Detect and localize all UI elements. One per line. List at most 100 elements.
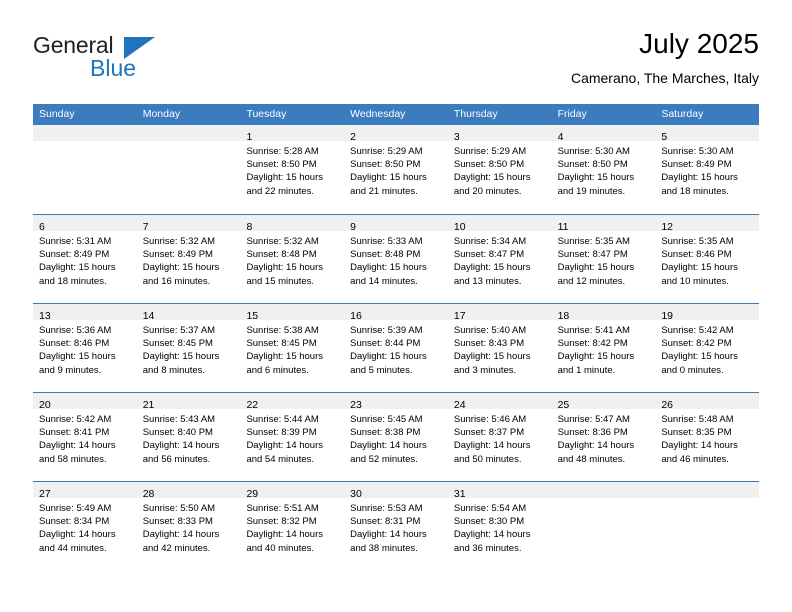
day-details: [552, 498, 656, 502]
sunrise-text: Sunrise: 5:43 AM: [142, 414, 216, 425]
day-number-band: 16: [344, 304, 448, 322]
day-number-band: 10: [447, 215, 552, 233]
calendar-day-cell[interactable]: 17 Sunrise: 5:40 AM Sunset: 8:43 PM Dayligh…: [447, 304, 552, 392]
daylight-text-line1: Daylight: 14 hours: [453, 529, 531, 541]
day-number-band: 20: [33, 393, 137, 411]
calendar-day-cell[interactable]: 15 Sunrise: 5:38 AM Sunset: 8:45 PM Dayligh…: [240, 304, 345, 392]
calendar-day-cell[interactable]: 2 Sunrise: 5:29 AM Sunset: 8:50 PM Daylight…: [344, 125, 448, 214]
sunrise-text: Sunrise: 5:31 AM: [39, 236, 112, 247]
day-number-band: 24: [447, 393, 552, 411]
generalblue-logo[interactable]: General Blue: [33, 34, 253, 90]
calendar-day-cell[interactable]: 9 Sunrise: 5:33 AM Sunset: 8:48 PM Daylight…: [344, 215, 448, 303]
sunset-text: Sunset: 8:50 PM: [246, 159, 317, 171]
calendar-day-cell[interactable]: 26 Sunrise: 5:48 AM Sunset: 8:35 PM Dayligh…: [655, 393, 760, 481]
day-number: 28: [142, 488, 155, 500]
calendar-day-cell[interactable]: 21 Sunrise: 5:43 AM Sunset: 8:40 PM Dayligh…: [136, 393, 241, 481]
calendar-day-cell[interactable]: 23 Sunrise: 5:45 AM Sunset: 8:38 PM Dayligh…: [344, 393, 448, 481]
day-number-band: 2: [344, 125, 448, 143]
sunrise-text: Sunrise: 5:48 AM: [661, 414, 734, 425]
calendar-day-cell[interactable]: 11 Sunrise: 5:35 AM Sunset: 8:47 PM Dayligh…: [551, 215, 656, 303]
day-number: 1: [246, 131, 253, 143]
day-number: 9: [350, 221, 356, 233]
daylight-text-line1: Daylight: 15 hours: [39, 351, 116, 363]
calendar-day-cell[interactable]: 20 Sunrise: 5:42 AM Sunset: 8:41 PM Dayligh…: [33, 393, 137, 481]
day-number: 30: [350, 488, 362, 500]
sunrise-text: Sunrise: 5:44 AM: [246, 414, 319, 425]
daylight-text-line2: and 1 minute.: [557, 364, 616, 376]
calendar-day-cell[interactable]: 8 Sunrise: 5:32 AM Sunset: 8:48 PM Daylight…: [240, 215, 345, 303]
calendar-day-empty: [551, 482, 656, 570]
calendar-day-cell[interactable]: 12 Sunrise: 5:35 AM Sunset: 8:46 PM Dayligh…: [655, 215, 760, 303]
daylight-text-line1: Daylight: 14 hours: [350, 440, 427, 452]
calendar-day-cell[interactable]: 4 Sunrise: 5:30 AM Sunset: 8:50 PM Daylight…: [551, 125, 656, 214]
calendar-day-cell[interactable]: 22 Sunrise: 5:44 AM Sunset: 8:39 PM Dayligh…: [240, 393, 345, 481]
calendar-day-cell[interactable]: 27 Sunrise: 5:49 AM Sunset: 8:34 PM Dayligh…: [33, 482, 137, 570]
daylight-text-line1: Daylight: 15 hours: [661, 262, 738, 274]
calendar-day-cell[interactable]: 29 Sunrise: 5:51 AM Sunset: 8:32 PM Dayligh…: [240, 482, 345, 570]
daylight-text-line2: and 40 minutes.: [246, 542, 315, 554]
daylight-text-line1: Daylight: 14 hours: [142, 440, 220, 452]
day-number: 21: [142, 399, 155, 411]
page-subtitle: Camerano, The Marches, Italy: [570, 70, 759, 87]
day-details: Sunrise: 5:35 AM Sunset: 8:47 PM Daylight:…: [552, 231, 656, 288]
sunrise-text: Sunrise: 5:42 AM: [661, 325, 734, 336]
calendar-day-cell[interactable]: 1 Sunrise: 5:28 AM Sunset: 8:50 PM Daylight…: [240, 125, 345, 214]
day-number: 31: [453, 488, 466, 500]
sunset-text: Sunset: 8:37 PM: [453, 427, 525, 439]
day-number: 2: [350, 131, 356, 143]
day-number: 27: [39, 488, 51, 500]
weekday-monday: Monday: [142, 108, 181, 120]
day-number-band: 18: [551, 304, 656, 322]
day-number-band: [655, 482, 760, 498]
daylight-text-line2: and 58 minutes.: [39, 453, 107, 465]
sunset-text: Sunset: 8:36 PM: [557, 427, 628, 439]
sunset-text: Sunset: 8:45 PM: [246, 338, 317, 350]
calendar-day-cell[interactable]: 25 Sunrise: 5:47 AM Sunset: 8:36 PM Dayligh…: [551, 393, 656, 481]
calendar-day-cell[interactable]: 10 Sunrise: 5:34 AM Sunset: 8:47 PM Dayligh…: [447, 215, 552, 303]
calendar-day-cell[interactable]: 30 Sunrise: 5:53 AM Sunset: 8:31 PM Dayligh…: [344, 482, 448, 570]
calendar-day-cell[interactable]: 24 Sunrise: 5:46 AM Sunset: 8:37 PM Dayligh…: [447, 393, 552, 481]
daylight-text-line2: and 10 minutes.: [661, 275, 729, 287]
daylight-text-line2: and 6 minutes.: [246, 364, 309, 376]
day-number: 17: [453, 310, 466, 322]
sunrise-text: Sunrise: 5:37 AM: [142, 325, 216, 336]
daylight-text-line1: Daylight: 14 hours: [246, 529, 324, 541]
daylight-text-line1: Daylight: 15 hours: [661, 351, 738, 363]
sunset-text: Sunset: 8:31 PM: [350, 516, 421, 528]
sunrise-text: Sunrise: 5:53 AM: [350, 503, 423, 514]
day-details: Sunrise: 5:50 AM Sunset: 8:33 PM Daylight:…: [137, 498, 241, 555]
daylight-text-line1: Daylight: 15 hours: [453, 172, 531, 184]
calendar-day-cell[interactable]: 13 Sunrise: 5:36 AM Sunset: 8:46 PM Dayligh…: [33, 304, 137, 392]
sunset-text: Sunset: 8:47 PM: [557, 249, 628, 261]
logo-text-blue: Blue: [90, 55, 137, 81]
calendar-day-cell[interactable]: 18 Sunrise: 5:41 AM Sunset: 8:42 PM Dayligh…: [551, 304, 656, 392]
calendar-day-cell[interactable]: 19 Sunrise: 5:42 AM Sunset: 8:42 PM Dayligh…: [655, 304, 760, 392]
day-number-band: 9: [344, 215, 448, 233]
calendar-day-cell[interactable]: 16 Sunrise: 5:39 AM Sunset: 8:44 PM Dayligh…: [344, 304, 448, 392]
daylight-text-line1: Daylight: 15 hours: [453, 351, 531, 363]
day-details: Sunrise: 5:47 AM Sunset: 8:36 PM Daylight:…: [552, 409, 656, 466]
day-number: 12: [661, 221, 673, 233]
calendar-day-cell[interactable]: 6 Sunrise: 5:31 AM Sunset: 8:49 PM Daylight…: [33, 215, 137, 303]
daylight-text-line1: Daylight: 15 hours: [350, 351, 427, 363]
day-number: 29: [246, 488, 259, 500]
calendar-day-cell[interactable]: 31 Sunrise: 5:54 AM Sunset: 8:30 PM Dayligh…: [447, 482, 552, 570]
daylight-text-line2: and 8 minutes.: [142, 364, 206, 376]
daylight-text-line2: and 0 minutes.: [661, 364, 724, 376]
sunset-text: Sunset: 8:48 PM: [246, 249, 317, 261]
calendar-day-cell[interactable]: 7 Sunrise: 5:32 AM Sunset: 8:49 PM Daylight…: [136, 215, 241, 303]
day-number-band: 6: [33, 215, 137, 233]
calendar-day-cell[interactable]: 5 Sunrise: 5:30 AM Sunset: 8:49 PM Daylight…: [655, 125, 760, 214]
day-number: 16: [350, 310, 362, 322]
sunset-text: Sunset: 8:47 PM: [453, 249, 525, 261]
calendar-day-cell[interactable]: 3 Sunrise: 5:29 AM Sunset: 8:50 PM Daylight…: [447, 125, 552, 214]
day-details: Sunrise: 5:34 AM Sunset: 8:47 PM Daylight:…: [448, 231, 552, 288]
day-details: [655, 498, 759, 502]
daylight-text-line1: Daylight: 15 hours: [246, 351, 324, 363]
day-number: 7: [142, 221, 149, 233]
sunrise-text: Sunrise: 5:54 AM: [453, 503, 527, 514]
calendar-day-cell[interactable]: 28 Sunrise: 5:50 AM Sunset: 8:33 PM Dayligh…: [136, 482, 241, 570]
daylight-text-line1: Daylight: 14 hours: [39, 529, 116, 541]
calendar-day-cell[interactable]: 14 Sunrise: 5:37 AM Sunset: 8:45 PM Dayligh…: [136, 304, 241, 392]
daylight-text-line1: Daylight: 14 hours: [142, 529, 220, 541]
